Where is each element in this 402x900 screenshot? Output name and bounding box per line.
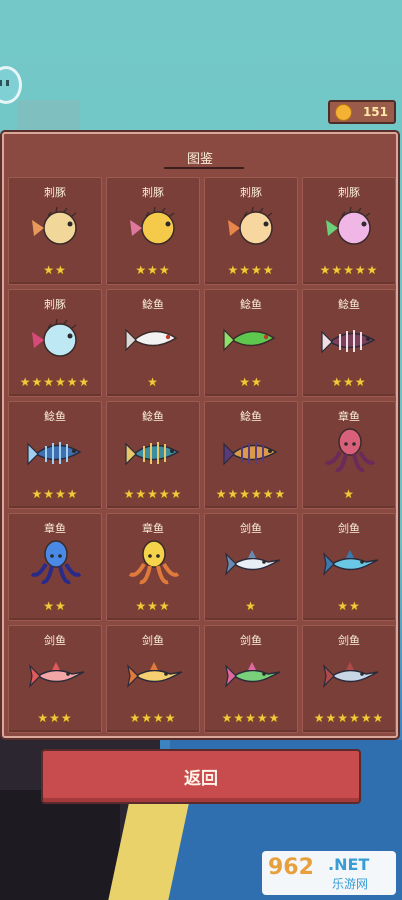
creature-name: 鲶鱼 [240, 298, 262, 311]
creature-card[interactable]: 剑鱼 ★★★★★★ [302, 625, 396, 733]
coin-counter: 151 [328, 100, 396, 124]
star-rating: ★★★★★★ [215, 487, 287, 501]
creature-name: 鲶鱼 [240, 410, 262, 423]
creature-card[interactable]: 剑鱼 ★★ [302, 513, 396, 621]
back-button[interactable]: 返回 [41, 749, 361, 804]
creature-name: 鲶鱼 [44, 410, 66, 423]
creature-card[interactable]: 刺豚 ★★★★★★ [8, 289, 102, 397]
creature-card[interactable]: 鲶鱼 ★★★★★★ [204, 401, 298, 509]
fish-icon [124, 314, 184, 364]
octopus-icon [124, 538, 184, 588]
sword-icon [26, 650, 86, 700]
creature-card[interactable]: 章鱼 ★ [302, 401, 396, 509]
creature-name: 鲶鱼 [338, 298, 360, 311]
star-rating: ★★★★★ [123, 487, 183, 501]
star-rating: ★★★★★ [221, 711, 281, 725]
star-rating: ★★ [43, 263, 67, 277]
star-rating: ★ [343, 487, 355, 501]
star-rating: ★★★ [135, 263, 171, 277]
panel-title: 图鉴 [186, 152, 213, 167]
creature-name: 刺豚 [44, 186, 66, 199]
creature-card[interactable]: 章鱼 ★★★ [106, 513, 200, 621]
star-rating: ★★★ [37, 711, 73, 725]
coin-amount: 151 [362, 105, 388, 119]
creature-name: 刺豚 [338, 186, 360, 199]
fish-icon [222, 314, 282, 364]
creature-name: 剑鱼 [338, 522, 360, 535]
creature-name: 剑鱼 [338, 634, 360, 647]
cave-terrain [0, 790, 120, 900]
sword-icon [320, 538, 380, 588]
creature-card[interactable]: 鲶鱼 ★★★ [302, 289, 396, 397]
puffer-icon [26, 202, 86, 252]
sword-icon [222, 650, 282, 700]
creature-card[interactable]: 剑鱼 ★★★ [8, 625, 102, 733]
star-rating: ★ [245, 599, 257, 613]
creature-card[interactable]: 鲶鱼 ★★ [204, 289, 298, 397]
bone-icon [222, 426, 282, 476]
star-rating: ★★★ [135, 599, 171, 613]
creature-card[interactable]: 剑鱼 ★★★★ [106, 625, 200, 733]
octopus-icon [320, 426, 380, 476]
creature-name: 剑鱼 [240, 634, 262, 647]
creature-name: 鲶鱼 [142, 298, 164, 311]
creature-card[interactable]: 剑鱼 ★ [204, 513, 298, 621]
creature-name: 剑鱼 [44, 634, 66, 647]
sword-icon [124, 650, 184, 700]
fishing-hook-icon [18, 100, 80, 136]
creature-card[interactable]: 刺豚 ★★ [8, 177, 102, 285]
creature-card[interactable]: 刺豚 ★★★★ [204, 177, 298, 285]
star-rating: ★★★★★★ [313, 711, 385, 725]
collection-panel: 图鉴 刺豚 ★★ 刺豚 ★★★ 刺豚 ★★★★ 刺豚 ★★★★★ 刺豚 ★★★★★★ 鲶鱼… [2, 132, 398, 738]
creature-card[interactable]: 章鱼 ★★ [8, 513, 102, 621]
star-rating: ★★ [43, 599, 67, 613]
creature-name: 刺豚 [142, 186, 164, 199]
octopus-icon [26, 538, 86, 588]
star-rating: ★★ [337, 599, 361, 613]
star-rating: ★★★★ [129, 711, 177, 725]
puffer-icon [320, 202, 380, 252]
star-rating: ★★★ [331, 375, 367, 389]
bone-icon [26, 426, 86, 476]
watermark-net: .NET [328, 855, 370, 874]
watermark: 962 .NET 乐游网 [262, 851, 396, 895]
star-rating: ★★★★★★ [19, 375, 91, 389]
creature-name: 刺豚 [240, 186, 262, 199]
puffer-icon [26, 314, 86, 364]
creature-card[interactable]: 鲶鱼 ★ [106, 289, 200, 397]
puffer-icon [124, 202, 184, 252]
collection-grid: 刺豚 ★★ 刺豚 ★★★ 刺豚 ★★★★ 刺豚 ★★★★★ 刺豚 ★★★★★★ 鲶鱼 ★ 鲶… [8, 177, 396, 733]
star-rating: ★★ [239, 375, 263, 389]
sword-icon [320, 650, 380, 700]
bone-icon [124, 426, 184, 476]
coin-icon [335, 103, 352, 121]
creature-name: 刺豚 [44, 298, 66, 311]
creature-card[interactable]: 刺豚 ★★★ [106, 177, 200, 285]
creature-card[interactable]: 鲶鱼 ★★★★★ [106, 401, 200, 509]
creature-name: 章鱼 [338, 410, 360, 423]
creature-name: 剑鱼 [142, 634, 164, 647]
creature-card[interactable]: 刺豚 ★★★★★ [302, 177, 396, 285]
star-rating: ★ [147, 375, 159, 389]
creature-card[interactable]: 鲶鱼 ★★★★ [8, 401, 102, 509]
puffer-icon [222, 202, 282, 252]
creature-card[interactable]: 剑鱼 ★★★★★ [204, 625, 298, 733]
sword-icon [222, 538, 282, 588]
title-underline [164, 167, 244, 169]
creature-name: 剑鱼 [240, 522, 262, 535]
star-rating: ★★★★ [227, 263, 275, 277]
star-rating: ★★★★★ [319, 263, 379, 277]
creature-name: 鲶鱼 [142, 410, 164, 423]
creature-name: 章鱼 [142, 522, 164, 535]
watermark-number: 962 [268, 855, 314, 880]
bone-icon [320, 314, 380, 364]
watermark-cn: 乐游网 [332, 877, 369, 891]
star-rating: ★★★★ [31, 487, 79, 501]
creature-name: 章鱼 [44, 522, 66, 535]
